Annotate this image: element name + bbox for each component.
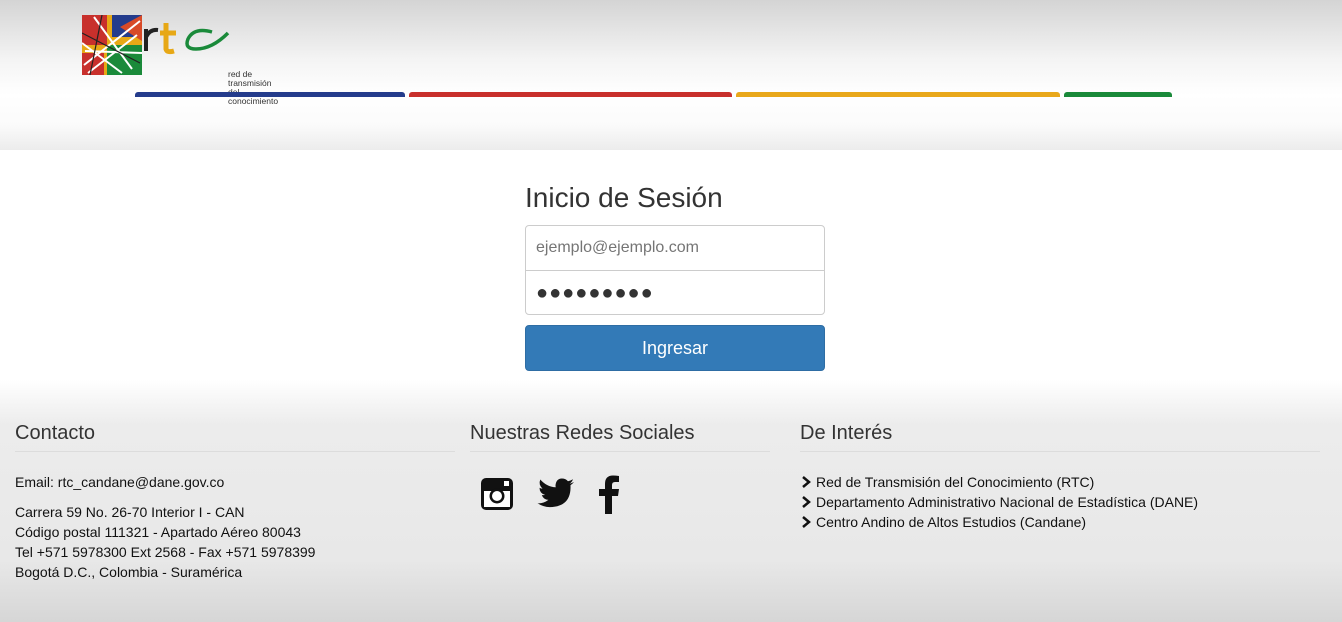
chevron-right-icon — [802, 516, 811, 528]
password-field[interactable]: ●●●●●●●●● — [526, 270, 824, 314]
twitter-icon[interactable] — [537, 478, 575, 515]
site-header: red de transmisión del conocimiento — [0, 0, 1342, 150]
logo-tagline: red de transmisión del conocimiento — [228, 70, 278, 106]
email-field[interactable] — [526, 226, 824, 270]
nav-bar-red[interactable] — [409, 92, 732, 97]
link-candane[interactable]: Centro Andino de Altos Estudios (Candane… — [800, 512, 1320, 532]
site-footer: Contacto Email: rtc_candane@dane.gov.co … — [0, 380, 1342, 622]
link-dane[interactable]: Departamento Administrativo Nacional de … — [800, 492, 1320, 512]
chevron-right-icon — [802, 476, 811, 488]
nav-bar-green[interactable] — [1064, 92, 1172, 97]
link-rtc[interactable]: Red de Transmisión del Conocimiento (RTC… — [800, 472, 1320, 492]
nav-bar-blue[interactable] — [135, 92, 405, 97]
rtc-logo-graphic — [81, 14, 230, 76]
login-submit-button[interactable]: Ingresar — [525, 325, 825, 371]
contact-heading: Contacto — [15, 422, 455, 452]
interest-heading: De Interés — [800, 422, 1320, 452]
social-section: Nuestras Redes Sociales — [470, 422, 770, 519]
logo-tagline-line1: red de transmisión — [228, 69, 272, 88]
password-mask: ●●●●●●●●● — [536, 282, 654, 304]
contact-email: Email: rtc_candane@dane.gov.co — [15, 474, 225, 490]
social-icons — [470, 474, 770, 519]
instagram-icon[interactable] — [479, 476, 515, 517]
credentials-group: ●●●●●●●●● — [525, 225, 825, 315]
facebook-icon[interactable] — [597, 474, 621, 519]
contact-city: Bogotá D.C., Colombia - Suramérica — [15, 564, 243, 580]
login-title: Inicio de Sesión — [525, 182, 723, 213]
link-candane-label: Centro Andino de Altos Estudios (Candane… — [816, 514, 1087, 530]
nav-bar-yellow[interactable] — [736, 92, 1060, 97]
login-form: Inicio de Sesión ●●●●●●●●● Ingresar — [525, 176, 825, 371]
chevron-right-icon — [802, 496, 811, 508]
contact-address-1: Carrera 59 No. 26-70 Interior I - CAN — [15, 504, 245, 520]
link-rtc-label: Red de Transmisión del Conocimiento (RTC… — [816, 474, 1095, 490]
social-heading: Nuestras Redes Sociales — [470, 422, 770, 452]
interest-section: De Interés Red de Transmisión del Conoci… — [800, 422, 1320, 532]
contact-phone: Tel +571 5978300 Ext 2568 - Fax +571 597… — [15, 544, 316, 560]
contact-section: Contacto Email: rtc_candane@dane.gov.co … — [15, 422, 455, 582]
interest-links: Red de Transmisión del Conocimiento (RTC… — [800, 472, 1320, 532]
rtc-logo[interactable]: red de transmisión del conocimiento — [81, 14, 278, 106]
logo-tagline-line2: del conocimiento — [228, 88, 279, 106]
contact-address-2: Código postal 111321 - Apartado Aéreo 80… — [15, 524, 301, 540]
link-dane-label: Departamento Administrativo Nacional de … — [816, 494, 1199, 510]
